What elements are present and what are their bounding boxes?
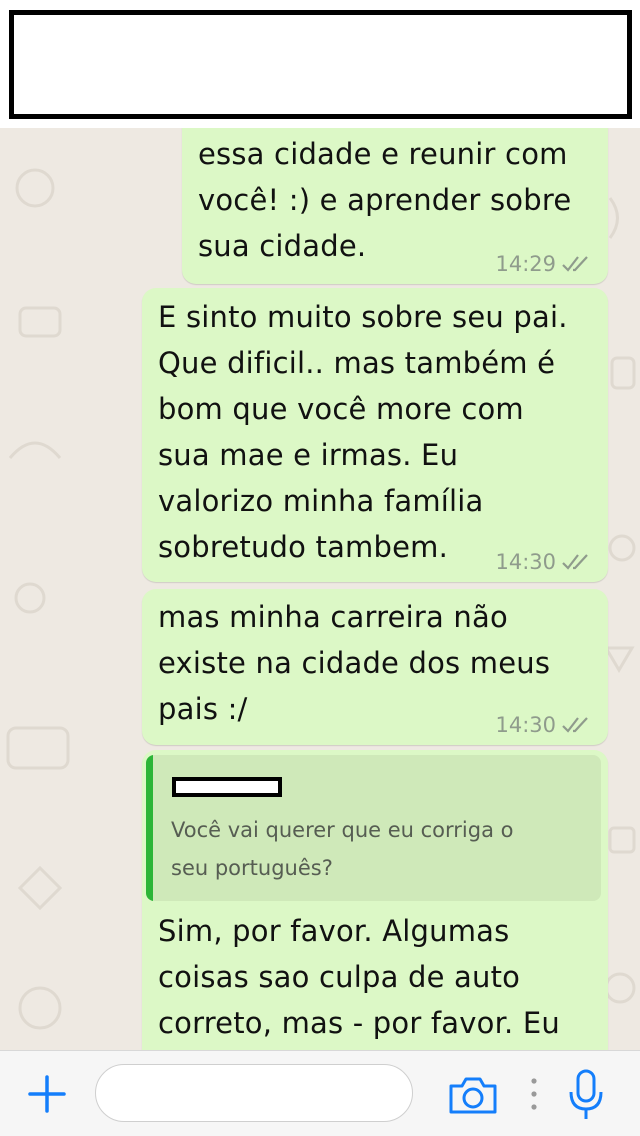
message-meta: 14:30 xyxy=(495,713,592,737)
camera-icon[interactable] xyxy=(447,1074,499,1116)
dots-icon xyxy=(530,1075,538,1113)
message-list[interactable]: essa cidade e reunir com você! :) e apre… xyxy=(0,128,640,1050)
message-input[interactable] xyxy=(95,1064,413,1122)
quote-accent-bar xyxy=(146,755,153,901)
message-meta: 14:30 xyxy=(495,550,592,574)
microphone-icon[interactable] xyxy=(567,1068,605,1122)
compose-bar xyxy=(0,1050,640,1136)
quoted-message[interactable]: Você vai querer que eu corriga o seu por… xyxy=(146,755,601,901)
quoted-message-text: Você vai querer que eu corriga o seu por… xyxy=(171,818,514,880)
message-text: E sinto muito sobre seu pai. Que dificil… xyxy=(158,300,568,564)
message-text: mas minha carreira não existe na cidade … xyxy=(158,600,551,726)
message-meta: 14:29 xyxy=(495,252,592,276)
message-text: essa cidade e reunir com você! :) e apre… xyxy=(198,137,572,263)
chat-header xyxy=(0,0,640,128)
message-time: 14:30 xyxy=(495,713,556,737)
outgoing-message[interactable]: essa cidade e reunir com você! :) e apre… xyxy=(182,128,608,284)
double-check-icon xyxy=(562,553,592,571)
message-time: 14:30 xyxy=(495,550,556,574)
message-time: 14:29 xyxy=(495,252,556,276)
redacted-quoted-sender xyxy=(172,777,282,797)
double-check-icon xyxy=(562,255,592,273)
message-text: Sim, por favor. Algumas coisas sao culpa… xyxy=(158,914,560,1040)
redacted-contact-info xyxy=(9,10,632,119)
double-check-icon xyxy=(562,716,592,734)
outgoing-message[interactable]: mas minha carreira não existe na cidade … xyxy=(142,589,608,745)
plus-icon[interactable] xyxy=(26,1073,68,1115)
outgoing-message[interactable]: E sinto muito sobre seu pai. Que dificil… xyxy=(142,288,608,582)
